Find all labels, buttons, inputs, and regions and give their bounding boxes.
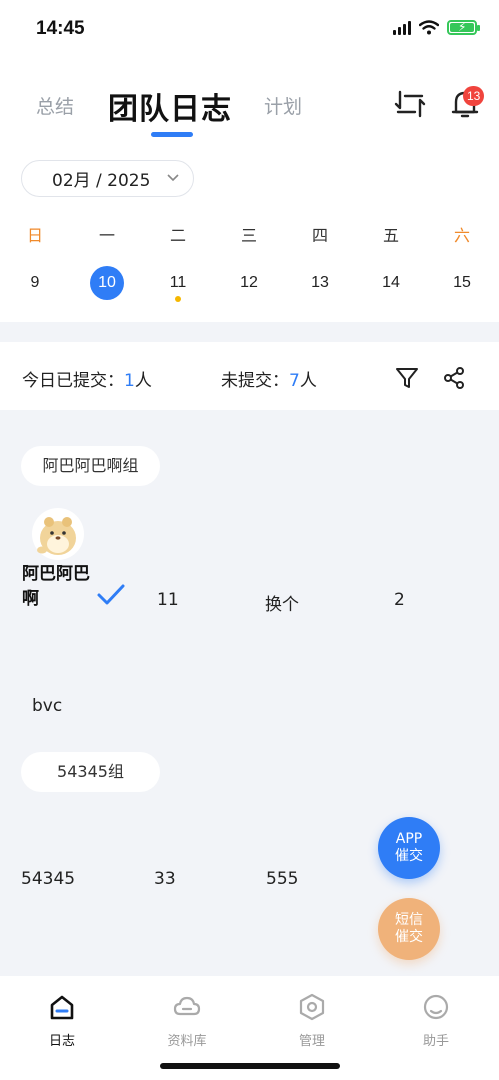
submitted-label: 今日已提交：: [22, 371, 124, 391]
row-cell: 33: [154, 869, 176, 889]
month-picker[interactable]: 02月 / 2025: [21, 160, 194, 197]
app-remind-button[interactable]: APP 催交: [378, 817, 440, 879]
nav-item-assistant[interactable]: 助手: [396, 992, 476, 1049]
nav-label: 管理: [298, 1034, 325, 1049]
group-tag[interactable]: 阿巴阿巴啊组: [21, 446, 160, 486]
weekday-fri: 五: [382, 226, 399, 245]
unsubmitted-unit: 人: [299, 371, 317, 391]
check-icon: [97, 584, 125, 605]
tab-plan[interactable]: 计划: [264, 92, 302, 119]
nav-item-manage[interactable]: 管理: [272, 992, 352, 1049]
signal-icon: [393, 20, 411, 35]
submitted-count: 1: [124, 371, 135, 391]
weekday-mon: 一: [98, 226, 115, 245]
app-remind-label: 催交: [395, 848, 423, 864]
member-note: bvc: [32, 696, 63, 716]
weekday-sun: 日: [26, 226, 43, 245]
day-cell[interactable]: 14: [374, 266, 408, 300]
battery-icon: ⚡: [447, 20, 480, 35]
notification-badge: 13: [463, 86, 485, 106]
sms-remind-button[interactable]: 短信 催交: [378, 898, 440, 960]
share-icon[interactable]: [442, 366, 466, 390]
weekday-sat: 六: [453, 226, 470, 245]
row-cell: 555: [266, 869, 299, 889]
sms-remind-label: 短信: [395, 912, 423, 928]
unsubmitted-label: 未提交：: [221, 371, 289, 391]
day-cell[interactable]: 9: [18, 266, 52, 300]
unsubmitted-summary[interactable]: 未提交：7人: [221, 366, 317, 391]
filter-icon[interactable]: [395, 366, 419, 390]
day-cell[interactable]: 13: [303, 266, 337, 300]
status-time: 14:45: [36, 18, 85, 39]
manage-icon: [299, 993, 325, 1021]
unsubmitted-count: 7: [289, 371, 300, 391]
member-cell: 11: [157, 590, 179, 610]
nav-label: 日志: [48, 1034, 75, 1049]
row-cell: 54345: [21, 869, 76, 889]
day-marker-dot: [175, 296, 181, 302]
day-cell[interactable]: 12: [232, 266, 266, 300]
avatar[interactable]: [32, 508, 84, 560]
assistant-icon: [423, 994, 449, 1020]
chevron-down-icon: [167, 174, 179, 182]
nav-label: 资料库: [167, 1034, 207, 1049]
month-picker-value: 02月 / 2025: [52, 171, 151, 191]
sms-remind-label: 催交: [395, 929, 423, 945]
status-icons: ⚡: [393, 20, 480, 35]
app-remind-label: APP: [395, 831, 423, 847]
day-cell-selected[interactable]: 10: [90, 266, 124, 300]
cloud-icon: [173, 996, 201, 1016]
weekday-tue: 二: [169, 226, 186, 245]
day-cell[interactable]: 11: [161, 266, 195, 300]
switch-icon[interactable]: [394, 88, 426, 120]
nav-label: 助手: [422, 1034, 449, 1049]
submitted-unit: 人: [134, 371, 152, 391]
active-tab-indicator: [151, 132, 193, 137]
weekday-thu: 四: [311, 226, 328, 245]
day-cell[interactable]: 15: [445, 266, 479, 300]
log-icon: [50, 995, 74, 1020]
wifi-icon: [419, 20, 439, 35]
tab-summary[interactable]: 总结: [36, 92, 74, 119]
tab-team-log[interactable]: 团队日志: [108, 84, 232, 128]
weekday-wed: 三: [240, 226, 257, 245]
group-tag[interactable]: 54345组: [21, 752, 160, 792]
nav-item-log[interactable]: 日志: [22, 992, 102, 1049]
submitted-summary: 今日已提交：1人: [22, 366, 152, 391]
member-cell: 2: [394, 590, 405, 610]
nav-item-library[interactable]: 资料库: [147, 992, 227, 1049]
member-cell: 换个: [265, 595, 299, 615]
submission-summary: 今日已提交：1人 未提交：7人: [0, 342, 499, 410]
home-indicator: [160, 1063, 340, 1069]
